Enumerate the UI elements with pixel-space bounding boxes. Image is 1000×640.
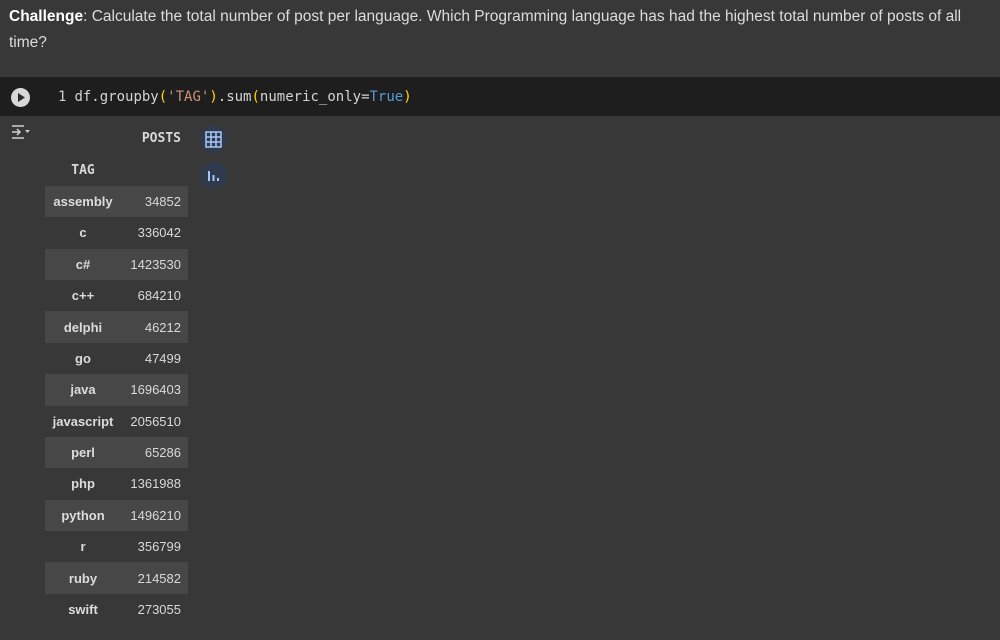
row-value-posts: 2056510	[130, 413, 181, 429]
row-value-posts: 273055	[137, 602, 181, 618]
suggest-chart-button[interactable]	[200, 162, 227, 189]
table-row: r 356799	[45, 531, 188, 562]
row-value-posts: 1423530	[121, 248, 188, 280]
markdown-cell: Challenge: Calculate the total number of…	[9, 4, 994, 55]
table-row: delphi 46212	[45, 311, 188, 343]
code-editor-line[interactable]: 1 df.groupby('TAG').sum(numeric_only=True…	[58, 87, 412, 107]
code-text: df.groupby	[74, 89, 159, 105]
row-value-posts: 1496210	[121, 499, 188, 532]
row-value-posts: 1696403	[121, 374, 188, 406]
line-number: 1	[58, 89, 67, 105]
row-value-posts: 356799	[137, 539, 181, 555]
row-value-posts: 47499	[144, 350, 181, 366]
row-index-tag: delphi	[45, 311, 121, 343]
table-row: swift 273055	[45, 594, 188, 625]
code-kwarg: numeric_only=	[259, 89, 370, 105]
column-header-posts: POSTS	[141, 131, 181, 147]
play-icon	[18, 93, 25, 102]
index-name-tag: TAG	[71, 162, 95, 178]
row-value-posts: 65286	[121, 436, 188, 469]
row-value-posts: 1361988	[130, 476, 181, 492]
row-index-tag: go	[75, 350, 91, 366]
output-toggle-button[interactable]	[10, 123, 32, 146]
corner-cell	[45, 123, 121, 154]
code-paren: )	[209, 89, 218, 105]
row-index-tag: ruby	[45, 562, 121, 594]
code-method: .sum	[217, 89, 252, 105]
code-string: 'TAG'	[167, 89, 210, 105]
code-paren: (	[251, 89, 260, 105]
table-row: ruby 214582	[45, 562, 188, 594]
output-toggle-icon	[12, 125, 30, 139]
row-index-tag: php	[71, 476, 95, 492]
table-row: go 47499	[45, 343, 188, 374]
table-row: python 1496210	[45, 499, 188, 532]
row-value-posts: 214582	[121, 562, 188, 594]
code-paren: )	[403, 89, 412, 105]
code-paren: (	[158, 89, 168, 105]
row-index-tag: java	[45, 374, 121, 406]
table-row: javascript 2056510	[45, 406, 188, 437]
row-index-tag: r	[80, 539, 86, 555]
run-cell-button[interactable]	[11, 88, 30, 107]
row-index-tag: c#	[45, 248, 121, 280]
row-value-posts: 34852	[121, 185, 188, 218]
code-keyword: True	[369, 89, 404, 105]
table-row: assembly 34852	[45, 185, 188, 218]
table-row: java 1696403	[45, 374, 188, 406]
row-index-tag: c	[79, 225, 87, 241]
row-index-tag: perl	[45, 436, 121, 469]
table-row: c++ 684210	[45, 280, 188, 311]
row-value-posts: 46212	[121, 311, 188, 343]
dataframe-table: POSTS TAG assembly 34852 c 336042 c# 1423530 c…	[45, 123, 188, 625]
row-index-tag: python	[45, 499, 121, 532]
row-index-tag: assembly	[45, 185, 121, 218]
table-row: php 1361988	[45, 468, 188, 499]
table-row: perl 65286	[45, 436, 188, 469]
table-row: c# 1423530	[45, 248, 188, 280]
row-index-tag: c++	[71, 288, 95, 304]
table-grid-icon	[205, 131, 222, 148]
empty-header-cell	[121, 154, 188, 185]
challenge-label: Challenge	[9, 8, 84, 25]
bar-chart-icon	[208, 171, 219, 181]
row-index-tag: swift	[68, 602, 98, 618]
row-value-posts: 336042	[137, 225, 181, 241]
challenge-text: : Calculate the total number of post per…	[9, 8, 962, 51]
row-index-tag: javascript	[52, 413, 114, 429]
table-view-button[interactable]	[200, 126, 227, 153]
table-row: c 336042	[45, 217, 188, 248]
row-value-posts: 684210	[137, 288, 181, 304]
